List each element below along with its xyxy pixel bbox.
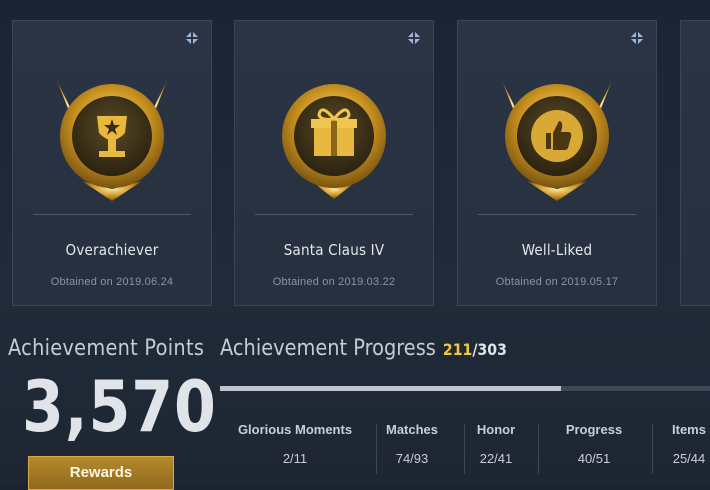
achievement-points-title: Achievement Points (8, 336, 205, 361)
achievement-card[interactable]: Santa Claus IV Obtained on 2019.03.22 (234, 20, 434, 306)
diamond-pattern-icon (184, 30, 200, 46)
category-label: Glorious Moments (237, 422, 353, 437)
category-separator (538, 424, 539, 474)
diamond-pattern-icon (406, 30, 422, 46)
rewards-button[interactable]: Rewards (28, 456, 174, 490)
card-divider (255, 214, 413, 215)
category-value: 74/93 (395, 451, 429, 466)
achievement-name: Well-Liked (521, 241, 593, 259)
category-label: Matches (385, 422, 439, 437)
trophy-badge-icon (57, 81, 167, 201)
category-separator (652, 424, 653, 474)
card-divider (478, 214, 636, 215)
achievement-card[interactable]: Overachiever Obtained on 2019.06.24 (12, 20, 212, 306)
category-label: Items (672, 422, 706, 437)
achievement-progress-title: Achievement Progress 211/303 (220, 336, 507, 361)
achievement-date: Obtained on 2019.03.22 (272, 276, 396, 288)
category-value: 40/51 (577, 451, 611, 466)
category-value: 22/41 (479, 451, 513, 466)
achievement-progress-bar (220, 386, 710, 391)
achievement-summary: Achievement Points 3,570 Rewards Achieve… (0, 318, 710, 490)
diamond-pattern-icon (629, 30, 645, 46)
achievement-progress-count: 211/303 (443, 340, 507, 359)
achievement-date: Obtained on 2019.05.17 (495, 276, 619, 288)
progress-bar-fill (220, 386, 562, 391)
category-label: Honor (476, 422, 516, 437)
category-honor[interactable]: Honor 22/41 (466, 422, 526, 466)
achievement-date: Obtained on 2019.06.24 (50, 276, 174, 288)
progress-total: /303 (472, 340, 507, 359)
achievement-points-value: 3,570 (22, 366, 217, 448)
achievement-card-partial[interactable] (680, 20, 710, 306)
category-glorious-moments[interactable]: Glorious Moments 2/11 (220, 422, 370, 466)
category-separator (376, 424, 377, 474)
category-progress[interactable]: Progress 40/51 (546, 422, 642, 466)
category-label: Progress (565, 422, 623, 437)
achievement-name: Overachiever (65, 241, 159, 259)
category-separator (464, 424, 465, 474)
achievement-card[interactable]: Well-Liked Obtained on 2019.05.17 (457, 20, 657, 306)
progress-current: 211 (442, 340, 473, 359)
achievement-progress-label: Achievement Progress (220, 336, 436, 361)
card-divider (33, 214, 191, 215)
category-items[interactable]: Items 25/44 (664, 422, 710, 466)
gift-badge-icon (282, 84, 386, 199)
achievement-cards: Overachiever Obtained on 2019.06.24 Sant… (0, 0, 710, 310)
thumbs-up-badge-icon (502, 81, 612, 201)
category-matches[interactable]: Matches 74/93 (378, 422, 446, 466)
achievement-name: Santa Claus IV (283, 241, 385, 259)
category-value: 2/11 (282, 451, 308, 466)
category-value: 25/44 (672, 451, 706, 466)
category-stats: Glorious Moments 2/11 Matches 74/93 Hono… (218, 422, 710, 482)
